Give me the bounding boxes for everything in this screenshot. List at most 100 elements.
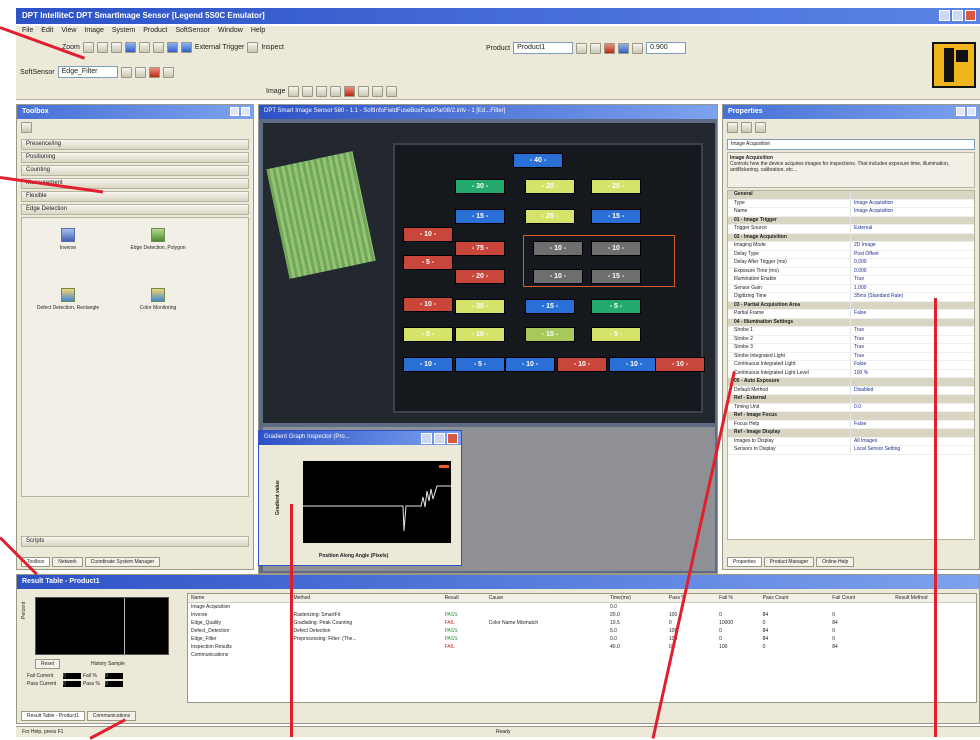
- col-time[interactable]: Time(ms): [607, 594, 666, 603]
- sensor-copy-icon[interactable]: [134, 66, 146, 78]
- property-value[interactable]: Disabled: [851, 387, 974, 395]
- property-row[interactable]: Sensor Gain 1.000: [728, 284, 974, 293]
- property-pages-icon[interactable]: [755, 122, 766, 133]
- tab-communications[interactable]: Communications: [86, 711, 137, 721]
- pin-icon[interactable]: [956, 107, 965, 116]
- property-value[interactable]: Image Acquisition: [851, 200, 974, 208]
- external-trigger-button[interactable]: External Trigger: [195, 44, 244, 51]
- menu-window[interactable]: Window: [218, 27, 243, 37]
- monitor-icon[interactable]: [138, 42, 150, 53]
- property-row[interactable]: Digitizing Time 35ms (Standard Rate): [728, 293, 974, 302]
- tool-inverse[interactable]: Inverse: [28, 228, 108, 251]
- property-value[interactable]: External: [851, 225, 974, 233]
- graph-maximize-button[interactable]: [434, 433, 445, 444]
- graph-minimize-button[interactable]: [421, 433, 432, 444]
- product-select[interactable]: Product1: [513, 42, 574, 54]
- property-section[interactable]: 04 - Illumination Settings: [728, 318, 974, 327]
- property-value[interactable]: Local Sensor Setting: [851, 446, 974, 454]
- tab-network[interactable]: Network: [52, 557, 83, 567]
- property-row[interactable]: Delay After Trigger (ms) 0.000: [728, 259, 974, 268]
- zoom-value-field[interactable]: 0.900: [646, 42, 687, 54]
- col-fail-count[interactable]: Fail Count: [829, 594, 893, 603]
- property-value[interactable]: 0.0: [851, 404, 974, 412]
- inspect-icon[interactable]: [247, 42, 259, 53]
- property-section[interactable]: 03 - Partial Acquisition Area: [728, 301, 974, 310]
- fit-icon[interactable]: [386, 86, 398, 97]
- property-row[interactable]: Illumination Enable True: [728, 276, 974, 285]
- close-icon[interactable]: [241, 107, 250, 116]
- first-image-icon[interactable]: [288, 86, 300, 97]
- toolbox-category-edge-detection[interactable]: Edge Detection: [21, 204, 249, 215]
- tool-color-monitoring[interactable]: Color Monitoring: [118, 288, 198, 311]
- property-value[interactable]: False: [851, 421, 974, 429]
- toolbox-category-presence[interactable]: Presence/ing: [21, 139, 249, 150]
- property-value[interactable]: 1.000: [851, 285, 974, 293]
- property-row[interactable]: Continuous Integrated Light Level 100 %: [728, 369, 974, 378]
- property-value[interactable]: True: [851, 353, 974, 361]
- properties-object-select[interactable]: Image Acquisition: [727, 139, 975, 150]
- reset-button[interactable]: Reset: [35, 659, 61, 669]
- wrench-icon[interactable]: [21, 122, 32, 133]
- col-fail-pct[interactable]: Fail %: [716, 594, 760, 603]
- property-row[interactable]: Type Image Acquisition: [728, 199, 974, 208]
- inspect-button[interactable]: Inspect: [261, 44, 284, 51]
- tab-online-help[interactable]: Online Help: [816, 557, 855, 567]
- col-pass-count[interactable]: Pass Count: [759, 594, 830, 603]
- maximize-button[interactable]: [952, 10, 963, 21]
- sensor-settings-icon[interactable]: [162, 66, 174, 78]
- property-row[interactable]: Strobe Integrated Light True: [728, 352, 974, 361]
- tab-properties[interactable]: Properties: [727, 557, 762, 567]
- table-row[interactable]: Edge_Filter Preprocessing: Filter: (The..…: [188, 635, 976, 643]
- col-name[interactable]: Name: [188, 594, 291, 603]
- product-delete-icon[interactable]: [604, 42, 616, 54]
- tab-result-table[interactable]: Result Table - Product1: [21, 711, 85, 721]
- property-row[interactable]: Exposure Time (ms) 0.000: [728, 267, 974, 276]
- trigger-icon[interactable]: [166, 42, 178, 53]
- toolbox-category-flexible[interactable]: Flexible: [21, 191, 249, 202]
- softsensor-select[interactable]: Edge_Filter: [57, 66, 118, 78]
- property-row[interactable]: Focus Help False: [728, 420, 974, 429]
- property-section[interactable]: 02 - Image Acquisition: [728, 233, 974, 242]
- property-value[interactable]: True: [851, 327, 974, 335]
- categorized-icon[interactable]: [727, 122, 738, 133]
- property-value[interactable]: Post Offset: [851, 251, 974, 259]
- property-section[interactable]: General: [728, 191, 974, 200]
- toolbox-category-scripts[interactable]: Scripts: [21, 536, 249, 547]
- property-row[interactable]: Trigger Source External: [728, 225, 974, 234]
- product-save-icon[interactable]: [618, 42, 630, 54]
- property-row[interactable]: Sensors to Display Local Sensor Setting: [728, 446, 974, 455]
- property-value[interactable]: 100 %: [851, 370, 974, 378]
- sensor-add-icon[interactable]: [120, 66, 132, 78]
- property-value[interactable]: 0.000: [851, 268, 974, 276]
- property-row[interactable]: Strobe 2 True: [728, 335, 974, 344]
- camera-icon[interactable]: [124, 42, 136, 53]
- property-value[interactable]: False: [851, 310, 974, 318]
- zoom-out-icon[interactable]: [110, 42, 122, 53]
- property-value[interactable]: 0.000: [851, 259, 974, 267]
- property-row[interactable]: Continuous Integrated Light False: [728, 361, 974, 370]
- menu-view[interactable]: View: [61, 27, 76, 37]
- table-row[interactable]: Edge_Quality Gradiating: Peak Counting FAI…: [188, 619, 976, 627]
- property-value[interactable]: True: [851, 336, 974, 344]
- sensor-delete-icon[interactable]: [148, 66, 160, 78]
- table-row[interactable]: Defect_Detection Defect Detection PASS 5.0 1…: [188, 627, 976, 635]
- property-row[interactable]: Delay Type Post Offset: [728, 250, 974, 259]
- menu-product[interactable]: Product: [143, 27, 167, 37]
- play-icon[interactable]: [316, 86, 328, 97]
- next-image-icon[interactable]: [330, 86, 342, 97]
- property-section[interactable]: Ref - Image Focus: [728, 412, 974, 421]
- minimize-button[interactable]: [939, 10, 950, 21]
- snapshot-icon[interactable]: [372, 86, 384, 97]
- property-row[interactable]: Strobe 3 True: [728, 344, 974, 353]
- property-section[interactable]: Ref - Image Display: [728, 429, 974, 438]
- col-method[interactable]: Method: [290, 594, 442, 603]
- property-section[interactable]: 05 - Auto Exposure: [728, 378, 974, 387]
- tab-product-manager[interactable]: Product Manager: [763, 557, 815, 567]
- table-row[interactable]: Inverse Rasterizing: SmartFit PASS 20.0 100 0…: [188, 611, 976, 619]
- col-cause[interactable]: Cause: [485, 594, 608, 603]
- tab-coordinate-system-manager[interactable]: Coordinate System Manager: [84, 557, 161, 567]
- tool-edge-detection-polygon[interactable]: Edge Detection, Polygon: [118, 228, 198, 251]
- menu-edit[interactable]: Edit: [41, 27, 53, 37]
- property-value[interactable]: False: [851, 361, 974, 369]
- col-result[interactable]: Result: [441, 594, 486, 603]
